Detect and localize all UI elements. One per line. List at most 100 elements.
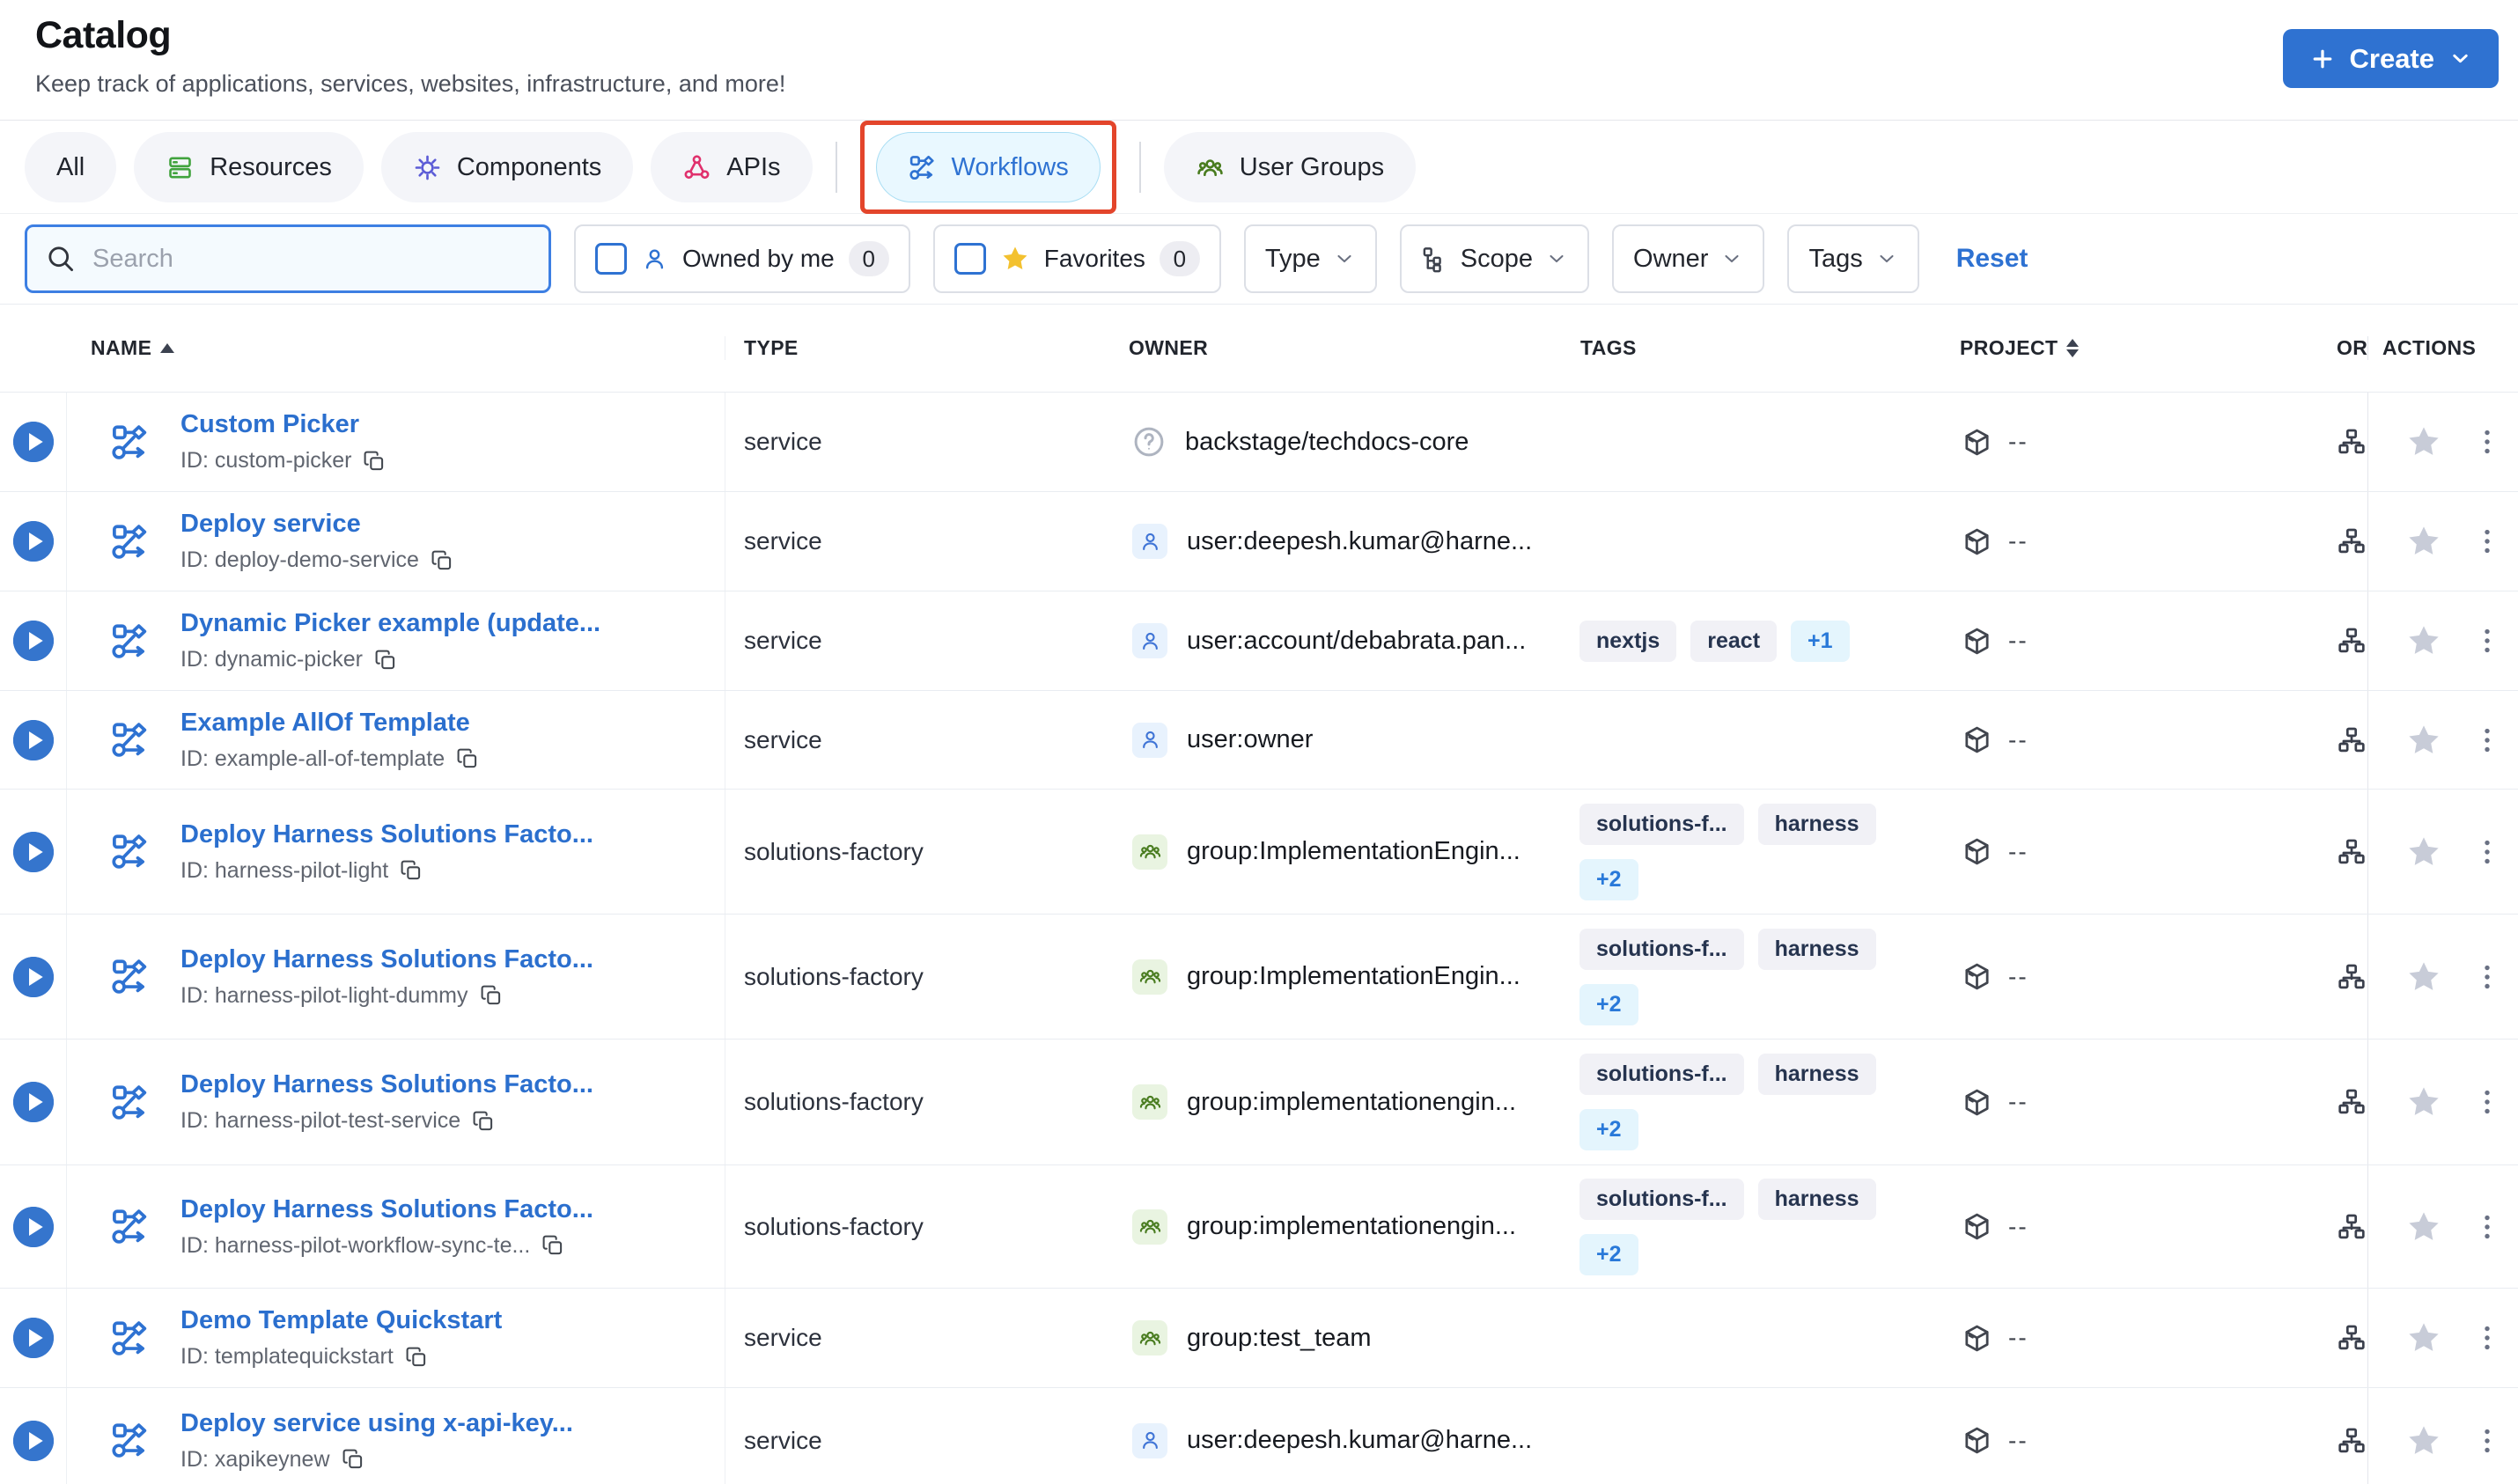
run-workflow-button[interactable] — [12, 1318, 54, 1358]
favorites-filter[interactable]: Favorites 0 — [932, 224, 1221, 293]
favorite-star-icon[interactable] — [2405, 423, 2442, 460]
more-actions-icon[interactable] — [2472, 427, 2502, 457]
favorite-star-icon[interactable] — [2405, 722, 2442, 759]
copy-icon[interactable] — [472, 1110, 495, 1133]
tag-pill[interactable]: +2 — [1579, 983, 1638, 1025]
copy-icon[interactable] — [374, 649, 397, 672]
copy-icon[interactable] — [363, 450, 386, 473]
tabs-divider — [835, 142, 837, 193]
tab-resources[interactable]: Resources — [134, 132, 364, 202]
org-chart-icon[interactable] — [2337, 837, 2367, 867]
run-workflow-button[interactable] — [12, 422, 54, 462]
search-box — [25, 224, 551, 293]
user-icon — [1142, 1431, 1158, 1450]
org-chart-icon[interactable] — [2337, 1087, 2367, 1117]
column-header-name[interactable]: NAME — [91, 336, 175, 360]
org-chart-icon[interactable] — [2337, 526, 2367, 556]
run-workflow-button[interactable] — [12, 521, 54, 562]
org-chart-icon[interactable] — [2337, 626, 2367, 656]
play-icon — [12, 831, 54, 872]
copy-icon[interactable] — [405, 1346, 428, 1369]
tag-pill[interactable]: +1 — [1791, 620, 1850, 662]
tag-pill[interactable]: +2 — [1579, 858, 1638, 900]
more-actions-icon[interactable] — [2472, 1087, 2502, 1117]
favorites-checkbox[interactable] — [953, 243, 986, 275]
workflow-name-link[interactable]: Demo Template Quickstart — [180, 1306, 502, 1335]
annotation-highlight-box: Workflows — [859, 121, 1116, 214]
tab-apis-label: APIs — [726, 152, 781, 181]
search-input[interactable] — [92, 244, 531, 274]
more-actions-icon[interactable] — [2472, 626, 2502, 656]
favorite-star-icon[interactable] — [2405, 1084, 2442, 1120]
user-icon — [1142, 731, 1158, 749]
more-actions-icon[interactable] — [2472, 526, 2502, 556]
workflow-name-link[interactable]: Example AllOf Template — [180, 709, 479, 738]
run-workflow-button[interactable] — [12, 1082, 54, 1122]
workflow-icon — [112, 1084, 147, 1120]
scope-dropdown[interactable]: Scope — [1399, 224, 1590, 293]
favorite-star-icon[interactable] — [2405, 523, 2442, 560]
workflow-icon — [112, 959, 147, 994]
run-workflow-button[interactable] — [12, 831, 54, 872]
org-chart-icon[interactable] — [2337, 725, 2367, 755]
table-header-row: NAME TYPE OWNER TAGS PROJECT OR ACTIONS — [0, 305, 2518, 393]
favorite-star-icon[interactable] — [2405, 1422, 2442, 1459]
org-chart-icon[interactable] — [2337, 1212, 2367, 1242]
more-actions-icon[interactable] — [2472, 1323, 2502, 1353]
workflow-name-link[interactable]: Deploy Harness Solutions Facto... — [180, 1070, 593, 1099]
workflow-name-link[interactable]: Deploy Harness Solutions Facto... — [180, 1195, 593, 1224]
workflow-name-link[interactable]: Deploy Harness Solutions Facto... — [180, 945, 593, 974]
tab-components[interactable]: Components — [380, 132, 634, 202]
run-workflow-button[interactable] — [12, 1206, 54, 1247]
favorite-star-icon[interactable] — [2405, 622, 2442, 659]
table-row: Deploy Harness Solutions Facto... ID: har… — [0, 915, 2518, 1040]
favorite-star-icon[interactable] — [2405, 1209, 2442, 1245]
owned-by-me-filter[interactable]: Owned by me 0 — [574, 224, 910, 293]
workflow-name-link[interactable]: Custom Picker — [180, 410, 386, 439]
more-actions-icon[interactable] — [2472, 1426, 2502, 1456]
tag-pill[interactable]: +2 — [1579, 1109, 1638, 1150]
org-chart-icon[interactable] — [2337, 962, 2367, 992]
workflow-name-link[interactable]: Deploy Harness Solutions Facto... — [180, 820, 593, 849]
favorite-star-icon[interactable] — [2405, 834, 2442, 871]
run-workflow-button[interactable] — [12, 719, 54, 760]
owned-by-me-checkbox[interactable] — [595, 243, 627, 275]
tab-apis[interactable]: APIs — [651, 132, 813, 202]
copy-icon[interactable] — [400, 859, 423, 882]
type-dropdown[interactable]: Type — [1243, 224, 1377, 293]
copy-icon[interactable] — [342, 1448, 364, 1471]
workflow-id: ID: harness-pilot-light — [180, 858, 593, 884]
workflow-icon — [112, 1320, 147, 1355]
owner-dropdown[interactable]: Owner — [1612, 224, 1765, 293]
project-value: -- — [2008, 837, 2028, 865]
type-value: service — [744, 627, 822, 654]
tag-pill[interactable]: +2 — [1579, 1233, 1638, 1275]
copy-icon[interactable] — [431, 549, 453, 572]
more-actions-icon[interactable] — [2472, 1212, 2502, 1242]
create-button[interactable]: Create — [2282, 29, 2499, 88]
run-workflow-button[interactable] — [12, 1420, 54, 1461]
workflow-name-link[interactable]: Deploy service using x-api-key... — [180, 1409, 573, 1438]
run-workflow-button[interactable] — [12, 956, 54, 997]
tab-workflows[interactable]: Workflows — [875, 132, 1101, 202]
column-header-project[interactable]: PROJECT — [1960, 336, 2080, 360]
favorite-star-icon[interactable] — [2405, 959, 2442, 995]
workflow-name-link[interactable]: Dynamic Picker example (update... — [180, 609, 600, 638]
org-chart-icon[interactable] — [2337, 1426, 2367, 1456]
more-actions-icon[interactable] — [2472, 837, 2502, 867]
workflow-name-link[interactable]: Deploy service — [180, 510, 453, 539]
org-chart-icon[interactable] — [2337, 427, 2367, 457]
run-workflow-button[interactable] — [12, 621, 54, 661]
tag-pill: react — [1690, 620, 1778, 662]
reset-filters-link[interactable]: Reset — [1956, 244, 2028, 274]
copy-icon[interactable] — [541, 1234, 564, 1257]
tab-all[interactable]: All — [25, 132, 117, 202]
org-chart-icon[interactable] — [2337, 1323, 2367, 1353]
more-actions-icon[interactable] — [2472, 962, 2502, 992]
more-actions-icon[interactable] — [2472, 725, 2502, 755]
favorite-star-icon[interactable] — [2405, 1319, 2442, 1356]
copy-icon[interactable] — [456, 747, 479, 770]
tags-dropdown[interactable]: Tags — [1787, 224, 1919, 293]
tab-user-groups[interactable]: User Groups — [1163, 132, 1417, 202]
copy-icon[interactable] — [480, 984, 503, 1007]
